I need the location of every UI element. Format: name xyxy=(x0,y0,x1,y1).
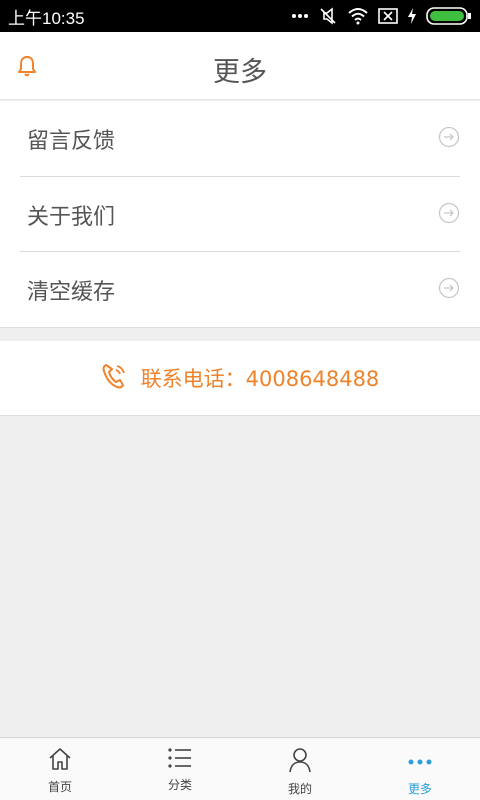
tab-label: 分类 xyxy=(167,778,192,792)
arrow-circle-right-icon xyxy=(438,277,460,303)
menu-item-label: 关于我们 xyxy=(27,204,116,230)
battery-icon xyxy=(426,7,472,25)
tab-label: 我的 xyxy=(287,782,312,796)
menu-item-clear-cache[interactable]: 清空缓存 xyxy=(20,252,460,327)
tab-home[interactable]: 首页 xyxy=(0,738,120,800)
status-bar: 上午10:35 xyxy=(0,0,480,32)
contact-phone-button[interactable]: 联系电话：4008648488 xyxy=(0,341,480,416)
charging-icon xyxy=(407,8,417,24)
bottom-tab-bar: 首页 分类 我的 更多 xyxy=(0,737,480,800)
page-title: 更多 xyxy=(213,57,267,88)
menu-list: 留言反馈 关于我们 清空缓存 xyxy=(0,101,480,327)
more-dots-icon xyxy=(291,13,309,19)
tab-label: 首页 xyxy=(47,780,72,794)
menu-item-feedback[interactable]: 留言反馈 xyxy=(20,101,460,176)
more-dots-icon xyxy=(407,751,433,770)
menu-item-label: 留言反馈 xyxy=(27,128,116,154)
section-gap xyxy=(0,327,480,341)
status-time: 上午10:35 xyxy=(8,8,85,28)
status-icons xyxy=(291,6,472,26)
tab-more[interactable]: 更多 xyxy=(360,738,480,800)
header: 更多 xyxy=(0,32,480,100)
mute-icon xyxy=(318,6,338,26)
tab-label: 更多 xyxy=(407,782,432,796)
menu-item-label: 清空缓存 xyxy=(27,279,116,305)
menu-item-about[interactable]: 关于我们 xyxy=(20,177,460,252)
tab-category[interactable]: 分类 xyxy=(120,738,240,800)
home-icon xyxy=(47,747,73,775)
phone-icon xyxy=(101,362,127,394)
contact-phone-text: 联系电话：4008648488 xyxy=(140,367,380,391)
sim-x-icon xyxy=(378,8,398,24)
arrow-circle-right-icon xyxy=(438,126,460,152)
arrow-circle-right-icon xyxy=(438,202,460,228)
list-icon xyxy=(167,747,193,773)
user-icon xyxy=(288,747,312,777)
tab-mine[interactable]: 我的 xyxy=(240,738,360,800)
wifi-icon xyxy=(347,7,369,25)
